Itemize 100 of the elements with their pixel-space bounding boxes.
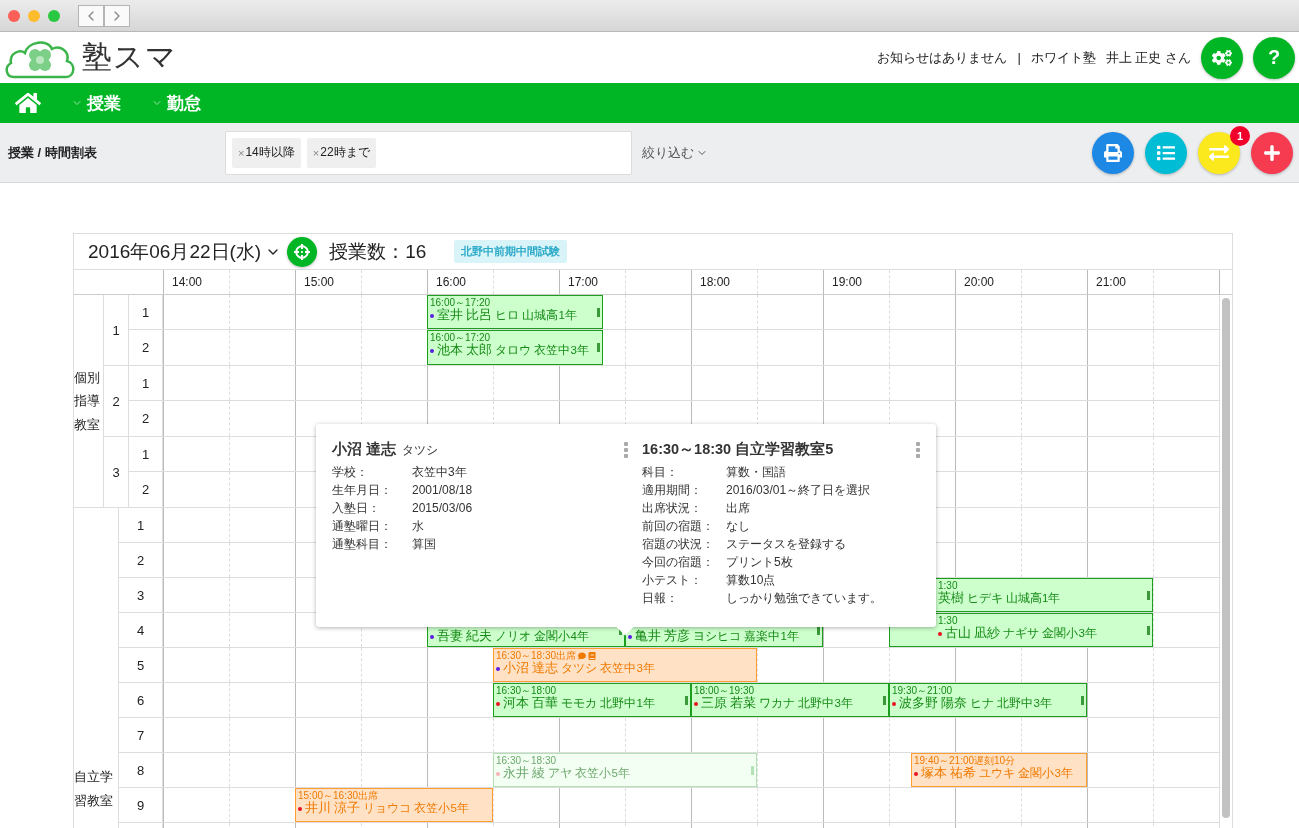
field-value: 2016/03/01～終了日を選択 — [726, 482, 871, 499]
row-number: 2 — [129, 330, 163, 365]
school-grade: 衣笠中3年 — [534, 343, 589, 358]
field-label: 日報： — [642, 590, 679, 607]
more-icon[interactable] — [624, 442, 628, 458]
lesson-block[interactable]: 19:40～21:00遅刻10分 塚本 祐希 ユウキ 金閣小3年 — [911, 753, 1087, 787]
lesson-block[interactable]: 16:00～17:20 室井 比呂 ヒロ 山城高1年 — [427, 295, 603, 329]
school-grade: 嘉楽中1年 — [744, 629, 799, 644]
locate-button[interactable] — [287, 236, 318, 267]
gears-icon — [1212, 47, 1232, 68]
lesson-time: 15:00～16:30出席 — [298, 790, 379, 801]
popup-student-name: 小沼 達志 — [332, 440, 397, 459]
home-icon[interactable] — [15, 90, 41, 116]
resize-handle[interactable] — [685, 696, 688, 705]
plus-icon — [1263, 143, 1281, 162]
field-label: 通塾曜日： — [332, 518, 393, 535]
student-name: 井川 涼子 — [305, 801, 361, 816]
field-value: 2015/03/06 — [412, 500, 473, 517]
school-grade: 山城高1年 — [522, 308, 577, 323]
add-button[interactable] — [1251, 131, 1293, 174]
minimize-button[interactable] — [28, 9, 40, 22]
lesson-block[interactable]: 19:30～21:00 波多野 陽奈 ヒナ 北野中3年 — [889, 683, 1087, 717]
name-reading: ヒロ — [495, 308, 520, 323]
filter-label: 22時まで — [320, 144, 370, 161]
name-reading: ナギサ — [1003, 626, 1040, 641]
print-button[interactable] — [1092, 131, 1134, 174]
row-number: 2 — [119, 543, 163, 577]
lesson-time: 16:30～18:30出席 — [496, 650, 577, 661]
nav-menu[interactable]: 勤怠 — [151, 91, 201, 115]
desk-number: 1 — [104, 295, 129, 365]
lesson-block[interactable]: 18:00～19:30 三原 若菜 ワカナ 北野中3年 — [691, 683, 889, 717]
separator: | — [1017, 50, 1021, 65]
lesson-time: 18:00～19:30 — [694, 685, 755, 696]
filter-chip[interactable]: ×14時以降 — [232, 137, 301, 168]
school-grade: 金閣小3年 — [1042, 626, 1097, 641]
nav-menu[interactable]: 授業 — [71, 91, 121, 115]
close-button[interactable] — [8, 9, 20, 22]
help-button[interactable]: ? — [1253, 36, 1295, 79]
lesson-block[interactable]: 16:00～17:20 池本 太郎 タロウ 衣笠中3年 — [427, 330, 603, 365]
name-reading: リョウコ — [363, 801, 412, 816]
hour-label: 19:00 — [831, 275, 863, 289]
resize-handle[interactable] — [597, 308, 600, 317]
row-number: 9 — [119, 788, 163, 822]
remove-mark[interactable]: × — [312, 146, 320, 159]
lesson-time: 16:00～17:20 — [430, 332, 491, 343]
name-reading: ユウキ — [979, 766, 1016, 781]
user-name: 井上 正史 さん — [1105, 48, 1191, 67]
row-number: 6 — [119, 683, 163, 717]
remove-mark[interactable]: × — [238, 146, 245, 159]
name-reading: ヒデキ — [967, 591, 1003, 606]
name-reading: ヒナ — [970, 696, 995, 711]
popup-lesson-title: 16:30～18:30 自立学習教室5 — [642, 440, 834, 459]
filter-field[interactable]: ×14時以降 ×22時まで — [225, 130, 632, 175]
filter-button[interactable]: 絞り込む — [642, 143, 708, 162]
field-value: 2001/08/18 — [412, 482, 473, 499]
lesson-time: 19:40～21:00遅刻10分 — [914, 755, 1016, 766]
resize-handle[interactable] — [751, 766, 754, 775]
resize-handle[interactable] — [1147, 626, 1150, 635]
name-reading: タロウ — [495, 343, 532, 358]
field-label: 生年月日： — [332, 482, 393, 499]
more-icon[interactable] — [916, 442, 920, 458]
student-name: 古山 凪紗 — [945, 626, 1001, 641]
lesson-block[interactable]: 15:00～16:30出席 井川 涼子 リョウコ 衣笠小5年 — [295, 788, 493, 822]
lesson-block[interactable]: 1:30 古山 凪紗 ナギサ 金閣小3年 — [889, 613, 1153, 647]
scrollbar[interactable] — [1222, 298, 1230, 818]
resize-handle[interactable] — [883, 696, 886, 705]
date-picker[interactable]: 2016年06月22日(水) — [88, 238, 282, 265]
field-label: 入塾日： — [332, 500, 381, 517]
forward-button[interactable] — [104, 4, 130, 27]
back-button[interactable] — [78, 4, 104, 27]
crosshair-icon — [294, 243, 311, 260]
student-name: 塚本 祐希 — [921, 766, 977, 781]
lesson-block[interactable]: 16:30～18:30出席 小沼 達志 タツシ 衣笠中3年 — [493, 648, 757, 682]
name-reading: ヨシヒコ — [693, 629, 742, 644]
lesson-time: 16:30～18:00 — [496, 685, 557, 696]
row-number: 2 — [129, 472, 163, 507]
lesson-block[interactable]: 16:30～18:00 河本 百華 モモカ 北野中1年 — [493, 683, 691, 717]
student-name: 小沼 達志 — [503, 661, 559, 676]
notice-text[interactable]: お知らせはありません — [877, 48, 1008, 67]
lesson-time: 1:30 — [938, 615, 958, 626]
resize-handle[interactable] — [597, 343, 600, 352]
lesson-block[interactable]: 16:30～18:30 永井 綾 アヤ 衣笠小5年 — [493, 753, 757, 787]
filter-chip[interactable]: ×22時まで — [306, 137, 376, 168]
settings-button[interactable] — [1201, 36, 1243, 79]
name-reading: ノリオ — [495, 629, 532, 644]
printer-icon — [1104, 143, 1122, 162]
student-name: 河本 百華 — [503, 696, 559, 711]
field-value: 衣笠中3年 — [412, 464, 467, 481]
hour-label: 15:00 — [303, 275, 335, 289]
zoom-button[interactable] — [48, 9, 60, 22]
row-number: 1 — [129, 366, 163, 400]
student-name: 亀井 芳彦 — [635, 629, 691, 644]
resize-handle[interactable] — [1147, 591, 1150, 600]
list-button[interactable] — [1145, 131, 1187, 174]
field-value: 算国 — [412, 536, 436, 553]
field-label: 今回の宿題： — [642, 554, 715, 571]
field-label: 宿題の状況： — [642, 536, 715, 553]
student-name: 吾妻 紀夫 — [437, 629, 493, 644]
field-value: 出席 — [726, 500, 750, 517]
resize-handle[interactable] — [1081, 696, 1084, 705]
